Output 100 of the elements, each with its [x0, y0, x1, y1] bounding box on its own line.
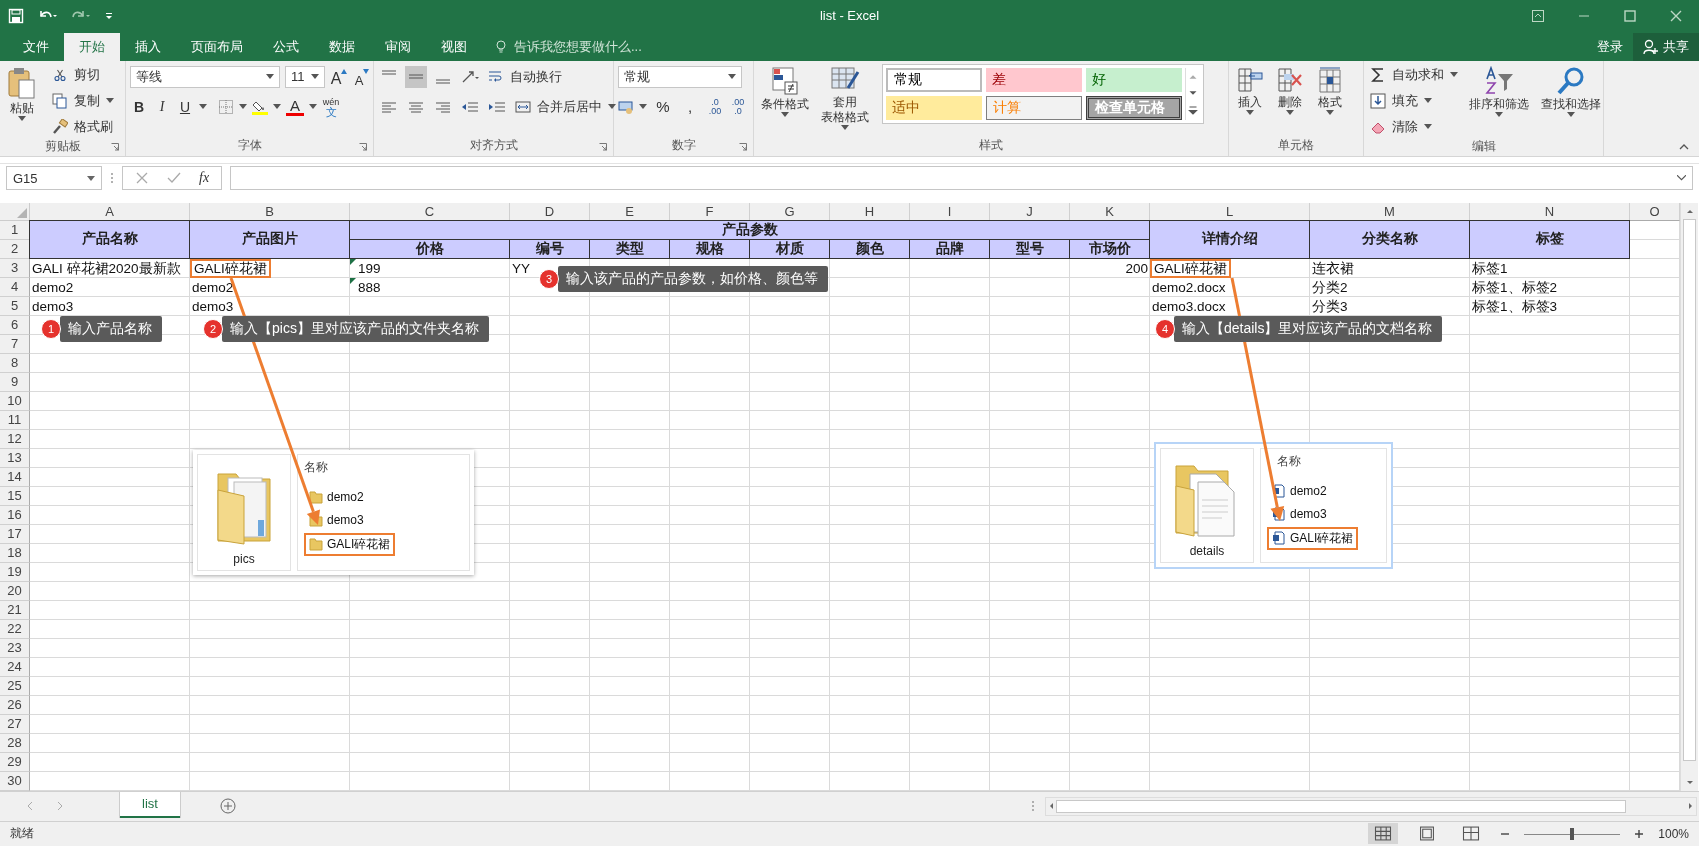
dialog-launcher-icon[interactable] — [599, 142, 607, 151]
ribbon-tab[interactable]: 文件 — [8, 32, 64, 61]
add-sheet-icon[interactable] — [219, 798, 236, 815]
normal-view-icon[interactable] — [1368, 823, 1399, 845]
column-header[interactable]: C — [350, 202, 510, 221]
dialog-launcher-icon[interactable] — [739, 142, 747, 151]
sheet-tab[interactable]: list — [120, 791, 180, 818]
grow-font-button[interactable]: A — [330, 65, 348, 88]
select-all-button[interactable] — [0, 202, 30, 221]
file-list-item[interactable]: demo3 — [1267, 503, 1332, 524]
comma-button[interactable]: , — [679, 95, 701, 118]
column-header[interactable]: 名称 — [1277, 452, 1301, 470]
collapse-ribbon-icon[interactable] — [1679, 143, 1689, 150]
ribbon-tab[interactable]: 公式 — [258, 32, 314, 61]
split-handle-icon[interactable] — [1031, 799, 1035, 814]
clear-button[interactable]: 清除 — [1368, 115, 1460, 138]
lightbulb-icon[interactable] — [494, 39, 508, 54]
file-list-item[interactable]: GALI碎花裙 — [1267, 526, 1359, 550]
column-header[interactable]: J — [990, 202, 1070, 221]
number-format-dropdown[interactable]: 常规 — [618, 65, 742, 88]
currency-icon[interactable] — [618, 98, 634, 115]
vertical-scrollbar[interactable] — [1680, 202, 1698, 791]
name-box[interactable]: G15 — [6, 166, 102, 191]
file-list-item[interactable]: demo2 — [1267, 480, 1332, 501]
error-indicator-icon[interactable] — [350, 277, 356, 284]
column-header[interactable]: B — [190, 202, 350, 221]
cut-button[interactable]: 剪切 — [50, 63, 116, 86]
next-sheet-icon[interactable] — [56, 801, 64, 812]
format-painter-button[interactable]: 格式刷 — [50, 115, 116, 138]
font-size-dropdown[interactable]: 11 — [285, 65, 325, 88]
column-header[interactable]: A — [30, 202, 190, 221]
dialog-launcher-icon[interactable] — [111, 142, 119, 151]
ribbon-tab[interactable]: 页面布局 — [176, 32, 258, 61]
zoom-slider-thumb[interactable] — [1570, 827, 1575, 840]
format-as-table-button[interactable]: 套用 表格格式 — [818, 63, 872, 132]
sign-in-link[interactable]: 登录 — [1587, 32, 1633, 61]
folder-thumbnail[interactable]: pics — [197, 453, 291, 571]
underline-button[interactable]: U — [176, 95, 194, 118]
cancel-icon[interactable] — [135, 171, 149, 186]
horizontal-scrollbar[interactable] — [1045, 796, 1697, 816]
decrease-decimal-button[interactable]: .00 .0 — [729, 95, 747, 118]
caret-icon[interactable] — [199, 104, 207, 110]
column-header[interactable]: E — [590, 202, 670, 221]
customize-caret-icon[interactable] — [104, 10, 114, 21]
caret-icon[interactable] — [239, 104, 247, 110]
scrollbar-thumb[interactable] — [1056, 799, 1626, 813]
phonetic-guide-button[interactable]: wén 文 — [322, 95, 340, 118]
ribbon-tab[interactable]: 审阅 — [370, 32, 426, 61]
expand-caret-icon[interactable] — [1677, 175, 1686, 182]
bold-button[interactable]: B — [130, 95, 148, 118]
column-header[interactable]: H — [830, 202, 910, 221]
ribbon-tab[interactable]: 数据 — [314, 32, 370, 61]
cell-style-option[interactable]: 差 — [986, 67, 1082, 92]
insert-cells-button[interactable]: 插入 — [1233, 63, 1267, 117]
cell-style-option[interactable]: 常规 — [886, 67, 982, 92]
tell-me-search-field[interactable]: 告诉我您想要做什么... — [512, 38, 696, 56]
copy-button[interactable]: 复制 — [50, 89, 116, 112]
format-cells-button[interactable]: 格式 — [1313, 63, 1347, 117]
percent-button[interactable]: % — [652, 95, 674, 118]
cell-style-option[interactable]: 适中 — [886, 95, 982, 120]
ribbon-tab[interactable]: 插入 — [120, 32, 176, 61]
formula-input[interactable] — [230, 166, 1693, 191]
find-select-button[interactable]: 查找和选择 — [1538, 63, 1604, 119]
paste-button[interactable]: 粘贴 — [4, 63, 40, 123]
caret-icon[interactable] — [309, 104, 317, 110]
previous-sheet-icon[interactable] — [26, 801, 34, 812]
delete-cells-button[interactable]: 删除 — [1273, 63, 1307, 117]
column-header[interactable]: D — [510, 202, 590, 221]
scrollbar-thumb[interactable] — [1683, 218, 1696, 761]
caret-icon[interactable] — [273, 104, 281, 110]
italic-button[interactable]: I — [153, 95, 171, 118]
drag-handle-icon[interactable] — [110, 171, 114, 186]
increase-decimal-button[interactable]: .0 .00 — [706, 95, 724, 118]
zoom-level[interactable]: 100% — [1658, 826, 1689, 841]
align-middle-icon[interactable] — [405, 65, 427, 88]
shrink-font-button[interactable]: A — [353, 65, 371, 88]
zoom-in-icon[interactable] — [1634, 828, 1645, 839]
column-header[interactable]: K — [1070, 202, 1150, 221]
folder-thumbnail[interactable]: details — [1160, 447, 1254, 563]
column-header[interactable]: 名称 — [304, 458, 328, 476]
file-list-item[interactable]: demo3 — [304, 509, 369, 530]
insert-function-button[interactable]: fx — [199, 170, 210, 187]
cell-style-option[interactable]: 好 — [1086, 67, 1182, 92]
column-header[interactable]: O — [1630, 202, 1680, 221]
ribbon-tab[interactable]: 视图 — [426, 32, 482, 61]
merge-center-button[interactable]: 合并后居中 — [513, 95, 618, 118]
dialog-launcher-icon[interactable] — [359, 142, 367, 151]
font-color-button[interactable]: A — [286, 97, 304, 116]
file-list-item[interactable]: GALI碎花裙 — [304, 532, 396, 556]
font-name-dropdown[interactable]: 等线 — [130, 65, 280, 88]
sort-filter-button[interactable]: 排序和筛选 — [1466, 63, 1532, 119]
column-header[interactable]: M — [1310, 202, 1470, 221]
ribbon-tab[interactable]: 开始 — [64, 32, 120, 61]
share-button[interactable]: 共享 — [1633, 32, 1699, 61]
conditional-format-button[interactable]: 条件格式 — [758, 63, 812, 119]
fill-button[interactable]: 填充 — [1368, 89, 1460, 112]
caret-icon[interactable] — [639, 104, 647, 110]
wrap-text-button[interactable]: 自动换行 — [486, 65, 564, 88]
error-indicator-icon[interactable] — [350, 258, 356, 265]
column-header[interactable]: L — [1150, 202, 1310, 221]
